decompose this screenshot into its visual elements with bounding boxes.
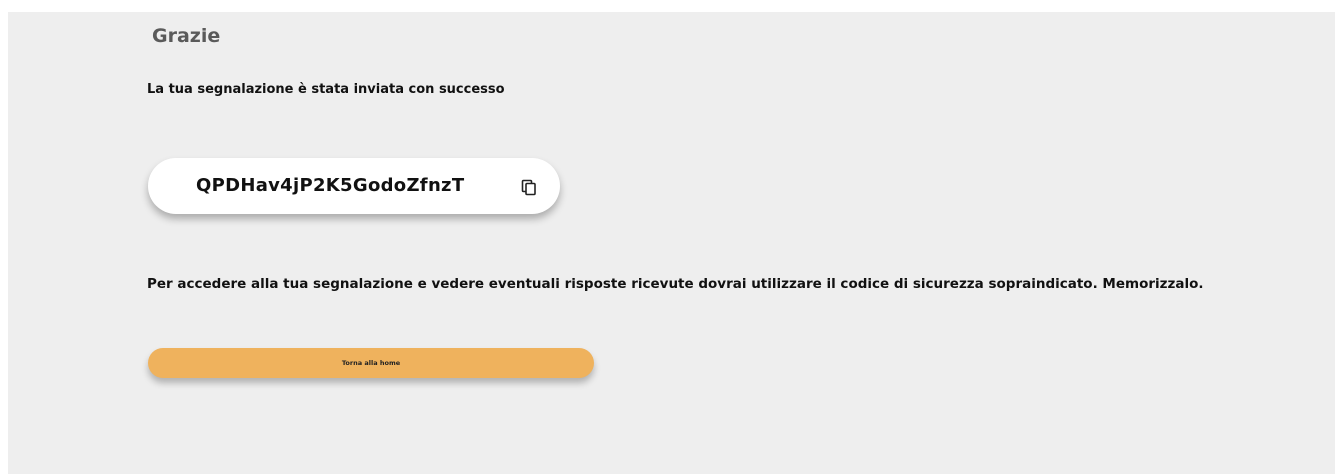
copy-icon xyxy=(521,179,536,196)
copy-code-button[interactable] xyxy=(520,178,538,196)
back-home-button[interactable]: Torna alla home xyxy=(148,348,594,378)
security-code[interactable]: QPDHav4jP2K5GodoZfnzT xyxy=(196,174,464,198)
security-code-box: QPDHav4jP2K5GodoZfnzT xyxy=(148,158,560,214)
page-title: Grazie xyxy=(152,25,221,47)
security-code-instructions: Per accedere alla tua segnalazione e ved… xyxy=(147,276,1204,292)
success-message: La tua segnalazione è stata inviata con … xyxy=(147,82,505,97)
